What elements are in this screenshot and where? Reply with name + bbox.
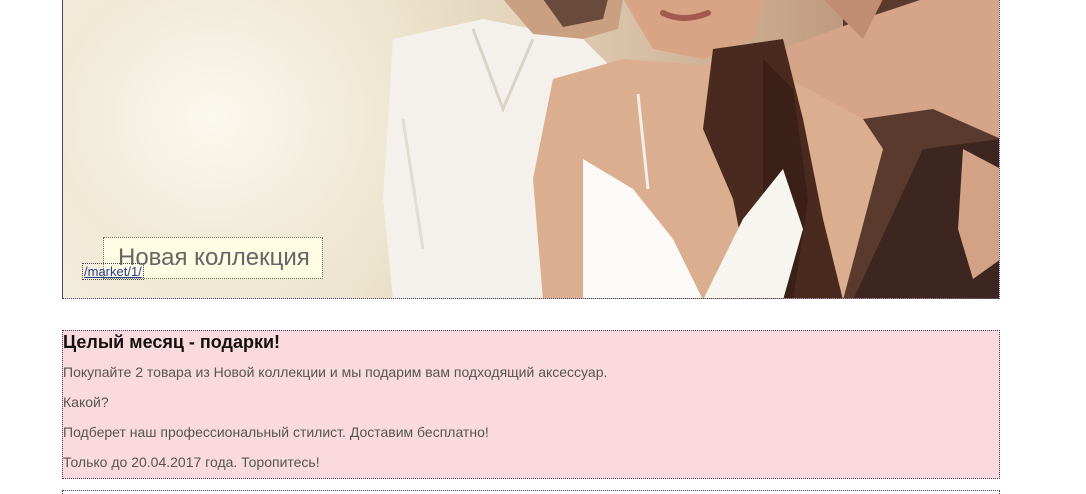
promo-line-3: Подберет наш профессиональный стилист. Д… [63,424,489,440]
promo-block: Целый месяц - подарки! Покупайте 2 товар… [62,330,1000,479]
collection-label: Новая коллекция [118,244,310,271]
market-link[interactable]: /market/1/ [82,263,144,280]
promo-line-1: Покупайте 2 товара из Новой коллекции и … [63,364,608,380]
promo-title: Целый месяц - подарки! [63,332,281,352]
hero-banner[interactable]: Новая коллекция /market/1/ [62,0,1000,299]
promo-line-4: Только до 20.04.2017 года. Торопитесь! [63,454,320,470]
promo-line-2: Какой? [63,394,109,410]
page: Новая коллекция /market/1/ Целый месяц -… [0,0,1086,494]
next-block-edge [62,490,1000,494]
